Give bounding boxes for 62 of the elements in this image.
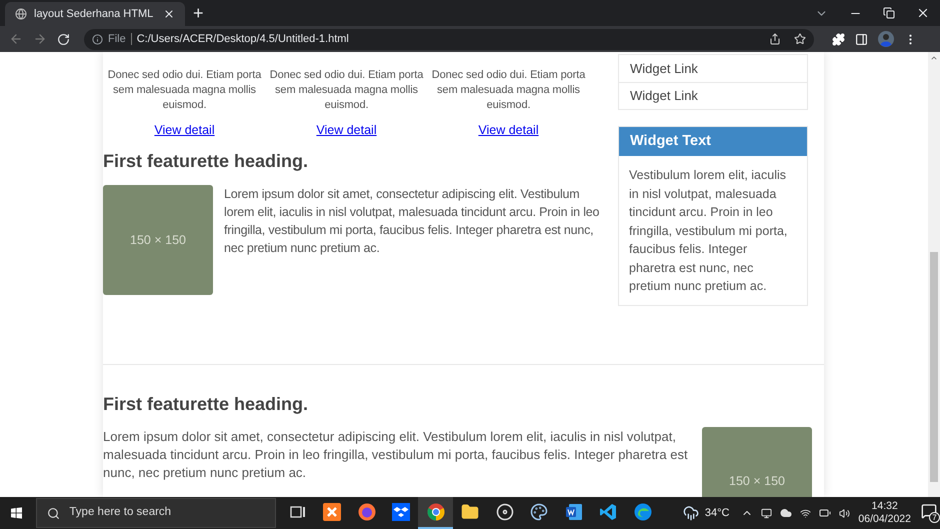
notification-count: 7	[929, 512, 940, 523]
code-editor-icon[interactable]	[599, 503, 618, 521]
image-size-label: 150 × 150	[729, 473, 785, 490]
folder-icon[interactable]	[461, 503, 480, 521]
widget-link[interactable]: Widget Link	[619, 55, 807, 82]
cross-app-icon[interactable]	[323, 503, 342, 521]
address-bar[interactable]: File C:/Users/ACER/Desktop/4.5/Untitled-1.html	[84, 28, 814, 50]
address-scheme: File	[108, 32, 126, 47]
info-icon	[92, 34, 103, 44]
close-tab-icon[interactable]	[163, 8, 175, 20]
featurette-heading: First featurette heading.	[103, 392, 310, 416]
monitor-icon[interactable]	[761, 508, 772, 518]
battery-icon[interactable]	[819, 507, 832, 519]
featurette-text: Lorem ipsum dolor sit amet, consectetur adipiscing elit. Vestibulum lorem elit, iaculis in nisl volutpat, malesuada tincidunt arcu. Proin in leo fringilla, vestibulum mi porta, faucibus felis. Integer pharetra est nunc, nec pretium nunc pretium ac.	[224, 186, 600, 257]
address-url: C:/Users/ACER/Desktop/4.5/Untitled-1.html	[136, 32, 350, 47]
disc-icon[interactable]	[496, 503, 514, 521]
column-text: Donec sed odio dui. Etiam porta sem malesuada magna mollis euismod.	[430, 68, 586, 113]
tab-title: layout Sederhana HTML	[34, 6, 154, 22]
new-tab-button[interactable]: +	[193, 3, 204, 23]
search-field[interactable]: Type here to search	[36, 498, 276, 528]
featurette-text: Lorem ipsum dolor sit amet, consectetur adipiscing elit. Vestibulum lorem elit, iaculis in nisl volutpat, malesuada tincidunt arcu. Proin in leo fringilla, vestibulum mi porta, faucibus felis. Integer pharetra est nunc, nec pretium nunc pretium ac.	[103, 428, 689, 482]
palette-icon[interactable]	[530, 503, 548, 521]
cloud-icon[interactable]	[780, 507, 792, 519]
extensions-icon[interactable]	[832, 32, 845, 46]
scrollbar[interactable]	[928, 52, 940, 497]
notifications-icon[interactable]	[920, 503, 937, 519]
temperature: 34°C	[704, 506, 730, 521]
bookmark-star-icon[interactable]	[794, 33, 806, 45]
scrollbar-thumb[interactable]	[930, 252, 938, 482]
image-size-label: 150 × 150	[130, 232, 186, 249]
side-panel-icon[interactable]	[855, 32, 868, 46]
widget-text: Vestibulum lorem elit, iaculis in nisl volutpat, malesuada tincidunt arcu. Proin in leo fringilla, vestibulum mi porta, faucibus felis. Integer pharetra est nunc, nec pretium nunc pretium ac.	[628, 167, 788, 295]
close-window-icon[interactable]	[916, 6, 930, 20]
search-icon	[47, 506, 60, 520]
share-icon[interactable]	[769, 33, 781, 45]
volume-icon[interactable]	[839, 508, 850, 518]
view-detail-link[interactable]: View detail	[316, 122, 377, 138]
avatar-icon[interactable]	[878, 31, 894, 47]
featurette-heading: First featurette heading.	[103, 150, 310, 173]
column-text: Donec sed odio dui. Etiam porta sem malesuada magna mollis euismod.	[268, 68, 424, 113]
scroll-up-icon[interactable]	[930, 54, 938, 62]
clock-time[interactable]: 14:32	[872, 500, 898, 513]
widget-title: Widget Text	[630, 132, 711, 151]
windows-logo-icon[interactable]	[11, 507, 22, 519]
column-text: Donec sed odio dui. Etiam porta sem malesuada magna mollis euismod.	[106, 68, 262, 113]
back-icon[interactable]	[9, 32, 23, 46]
wifi-icon[interactable]	[800, 508, 812, 518]
clock-date[interactable]: 06/04/2022	[858, 513, 911, 526]
chrome-icon[interactable]	[426, 503, 445, 521]
weather-icon[interactable]	[682, 505, 699, 521]
browser-tab[interactable]: layout Sederhana HTML	[5, 2, 185, 26]
restore-icon[interactable]	[883, 7, 895, 19]
widget-link[interactable]: Widget Link	[619, 82, 807, 109]
word-icon[interactable]	[564, 503, 583, 521]
dropbox-icon[interactable]	[392, 503, 410, 521]
reload-icon[interactable]	[57, 32, 70, 46]
view-detail-link[interactable]: View detail	[154, 122, 215, 138]
search-placeholder: Type here to search	[69, 505, 172, 520]
task-view-icon[interactable]	[290, 505, 306, 519]
forward-icon[interactable]	[33, 32, 47, 46]
globe-icon	[15, 8, 27, 20]
view-detail-link[interactable]: View detail	[478, 122, 539, 138]
